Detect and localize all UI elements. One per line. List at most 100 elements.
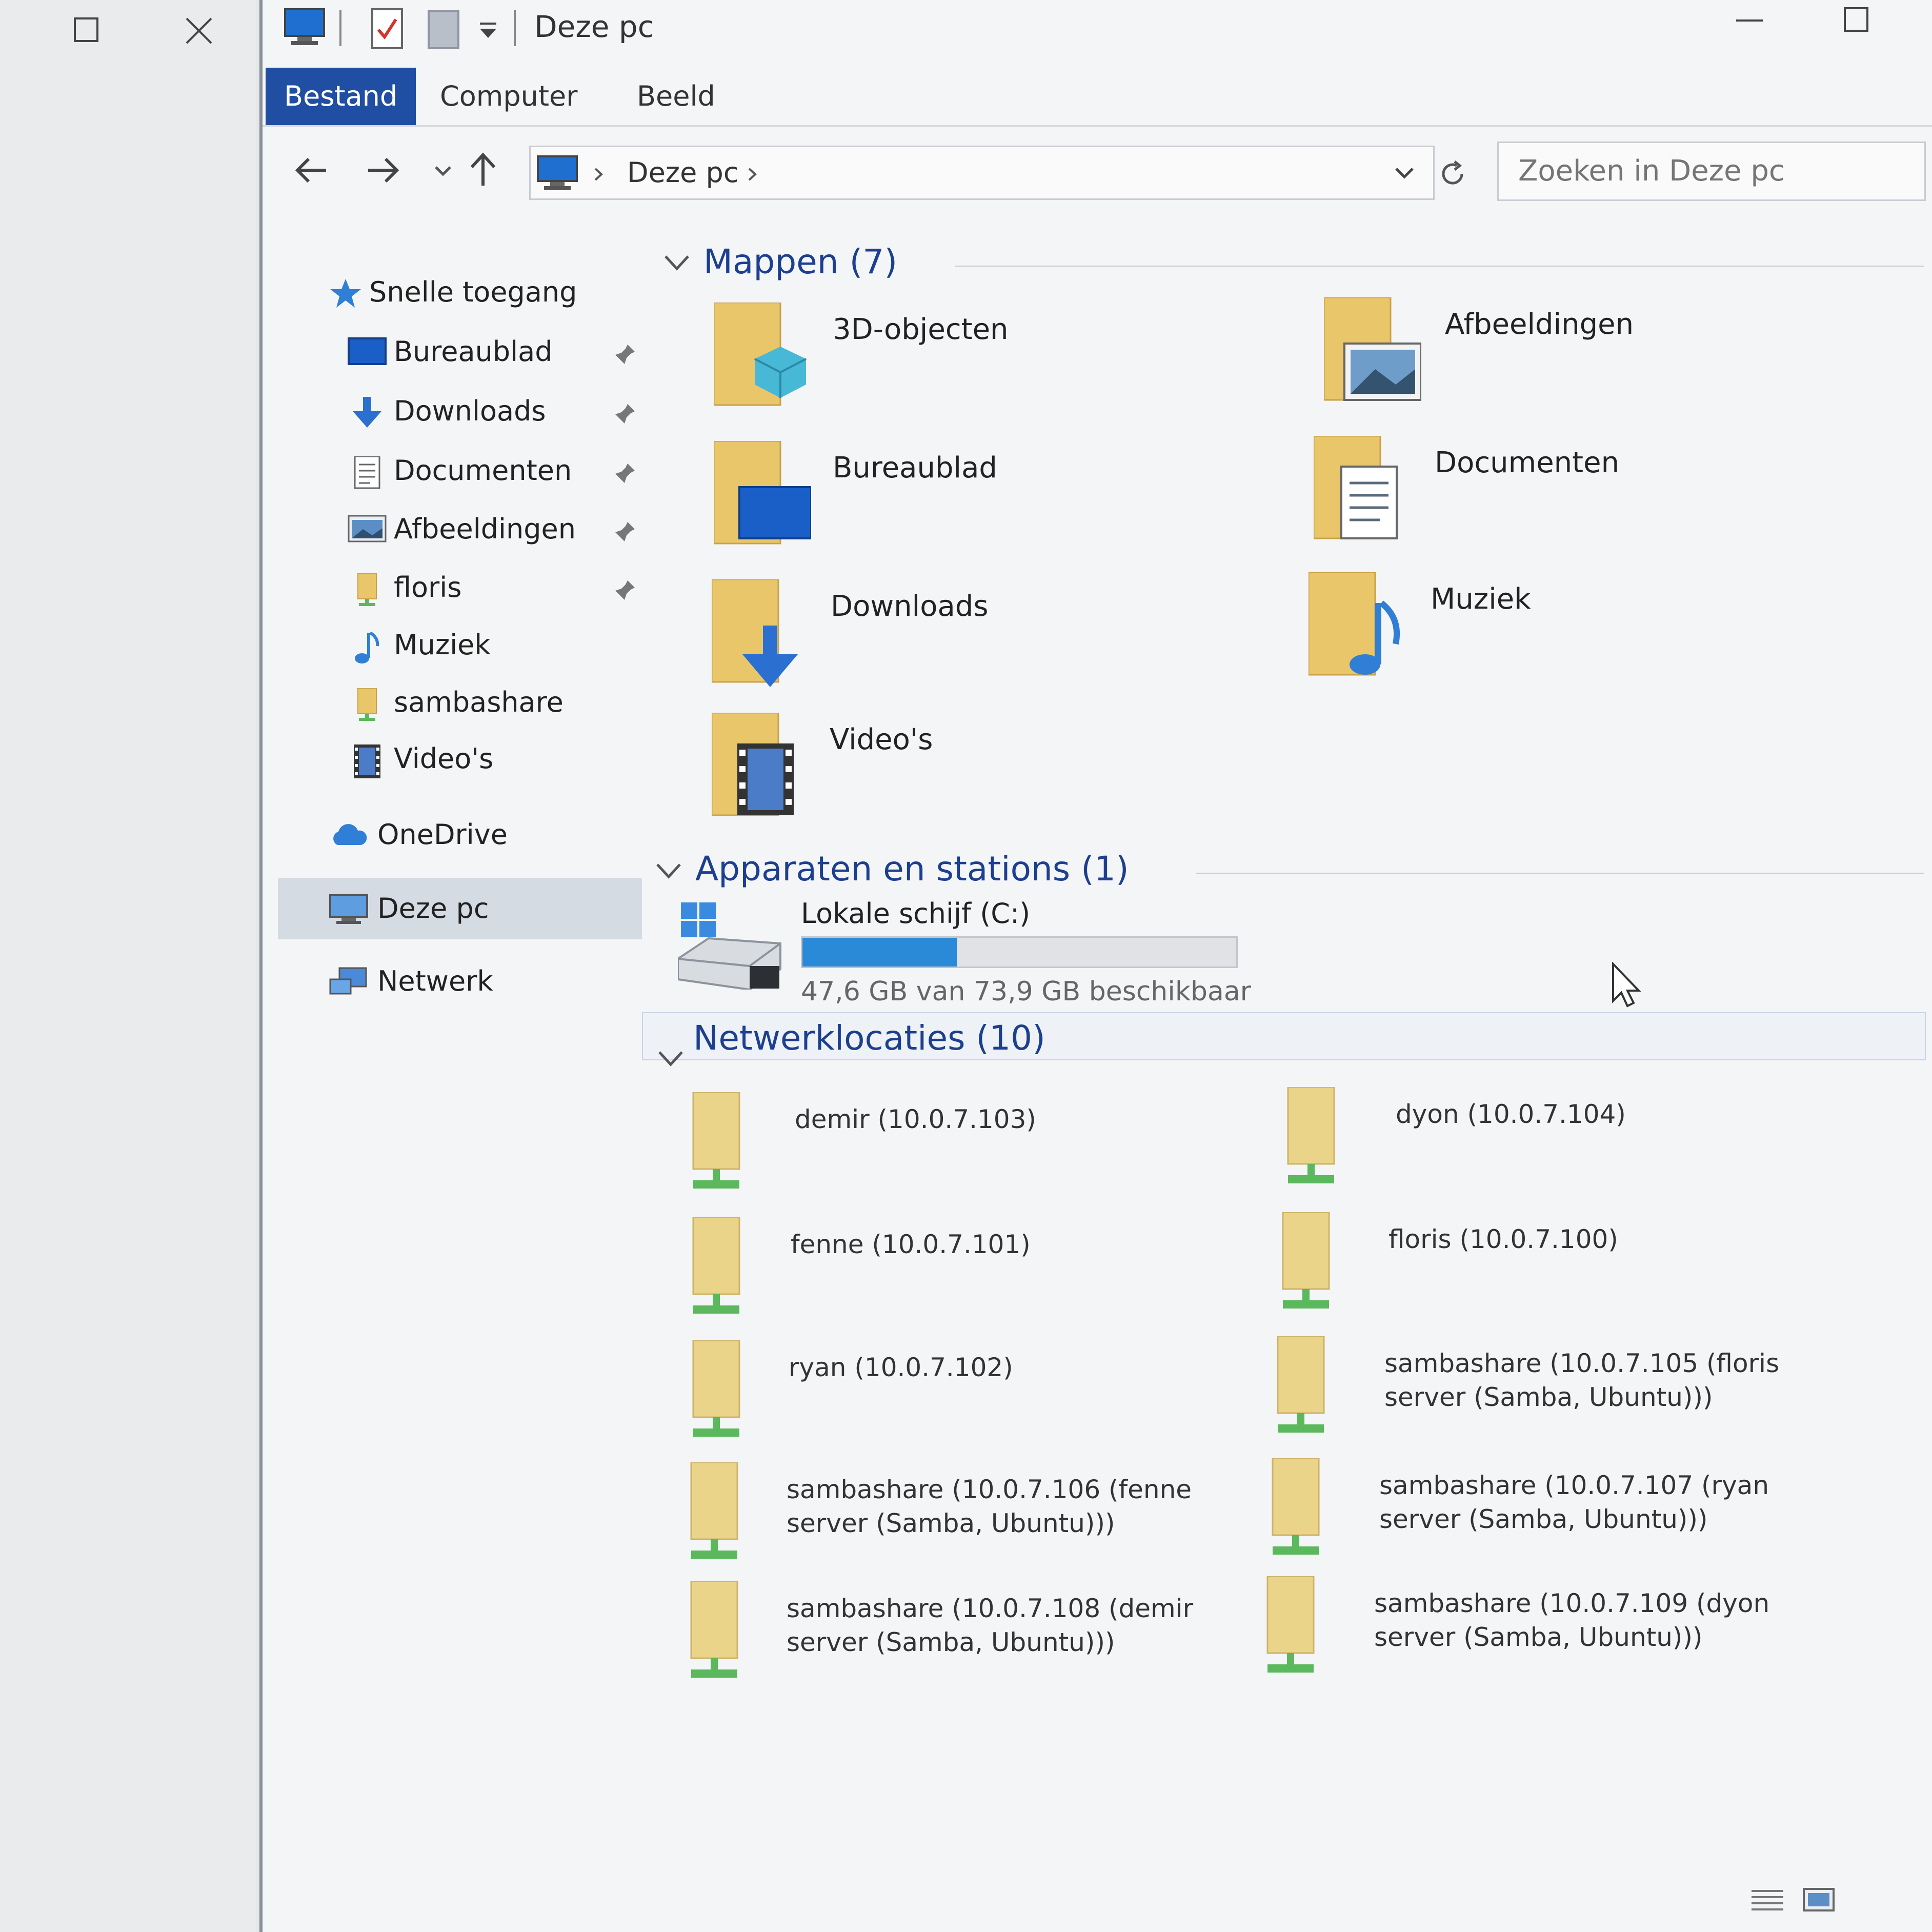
recent-locations-chevron-icon[interactable] [434,164,452,177]
network-location-tile[interactable]: sambashare (10.0.7.107 (ryan server (Sam… [1262,1458,1878,1581]
sidebar-item-onedrive[interactable]: OneDrive [329,809,616,860]
breadcrumb-this-pc[interactable]: Deze pc [627,147,739,198]
network-location-label: sambashare (10.0.7.105 (floris server (S… [1384,1349,1780,1412]
sidebar-item-sambashare[interactable]: sambashare [348,677,645,728]
collapse-chevron-icon[interactable] [654,860,683,881]
pin-icon[interactable] [614,520,637,542]
sidebar-item-label: Netwerk [377,965,493,997]
computer-icon [283,7,326,48]
sidebar-item-label: Afbeeldingen [394,513,576,545]
drive-usage-fill [802,938,957,967]
folder-tile-desktop[interactable]: Bureaublad [714,441,1278,564]
sidebar-item-bureaublad[interactable]: Bureaublad [348,326,645,377]
close-icon[interactable] [184,15,214,46]
sidebar-item-label: Video's [394,742,494,775]
sidebar-item-documenten[interactable]: Documenten [348,445,645,496]
pin-icon[interactable] [614,402,637,425]
new-folder-icon[interactable] [427,9,460,50]
network-location-tile[interactable]: sambashare (10.0.7.105 (floris server (S… [1267,1336,1883,1459]
breadcrumb-chevron-icon[interactable] [592,167,605,182]
network-location-label: fenne (10.0.7.101) [791,1230,1031,1259]
network-location-label: dyon (10.0.7.104) [1396,1099,1626,1129]
section-header-folders[interactable]: Mappen (7) [703,242,897,281]
network-location-label: sambashare (10.0.7.107 (ryan server (Sam… [1379,1471,1769,1534]
back-arrow-icon[interactable] [293,155,329,186]
folder-tile-pictures[interactable]: Afbeeldingen [1324,297,1888,420]
sidebar-item-afbeeldingen[interactable]: Afbeeldingen [348,504,645,555]
details-view-icon[interactable] [1749,1887,1785,1913]
folder-tile-documents[interactable]: Documenten [1314,436,1878,559]
title-separator [514,10,516,46]
section-header-network[interactable]: Netwerklocaties (10) [693,1018,1045,1058]
sidebar-item-this-pc[interactable]: Deze pc [278,878,642,939]
network-location-tile[interactable]: sambashare (10.0.7.108 (demir server (Sa… [681,1581,1245,1704]
network-location-tile[interactable]: sambashare (10.0.7.109 (dyon server (Sam… [1257,1576,1873,1699]
folder-label: Downloads [831,590,989,623]
quick-access-dropdown-icon[interactable] [477,21,499,41]
large-icons-view-icon[interactable] [1801,1887,1837,1913]
collapse-chevron-icon[interactable] [656,1048,685,1069]
minimize-icon[interactable] [1734,15,1765,26]
maximize-icon[interactable] [72,15,100,44]
sidebar-item-videos[interactable]: Video's [348,733,645,784]
network-location-label: demir (10.0.7.103) [795,1104,1036,1134]
refresh-icon[interactable] [1438,159,1467,188]
music-folder-icon [1309,572,1873,690]
up-arrow-icon[interactable] [468,151,498,188]
search-input[interactable] [1499,143,1909,198]
folder-tile-downloads[interactable]: Downloads [712,579,1276,702]
sidebar-item-label: sambashare [394,686,564,718]
window-title: Deze pc [534,9,654,44]
pin-icon[interactable] [614,578,637,601]
network-icon [329,967,368,998]
forward-arrow-icon[interactable] [365,155,401,186]
network-location-tile[interactable]: ryan (10.0.7.102) [683,1340,1247,1463]
star-icon [329,278,362,309]
network-location-tile[interactable]: floris (10.0.7.100) [1273,1212,1837,1335]
section-header-devices[interactable]: Apparaten en stations (1) [695,849,1129,889]
videos-folder-icon [712,713,1276,831]
sidebar-item-label: floris [394,571,462,603]
sidebar-item-floris[interactable]: floris [348,562,645,613]
drive-tile-local-c[interactable]: Lokale schijf (C:) 47,6 GB van 73,9 GB b… [678,897,1421,1007]
drive-free-space: 47,6 GB van 73,9 GB beschikbaar [801,976,1252,1007]
sidebar-item-label: Downloads [394,395,546,427]
breadcrumb-chevron-icon[interactable] [746,167,758,182]
sidebar-item-netwerk[interactable]: Netwerk [329,956,616,1007]
collapse-chevron-icon[interactable] [662,252,691,273]
computer-icon [329,894,368,925]
folder-tile-music[interactable]: Muziek [1309,572,1873,695]
section-divider [955,266,1924,267]
desktop-icon [348,337,387,366]
folder-label: Video's [830,723,933,756]
section-divider [1196,873,1924,874]
maximize-icon[interactable] [1842,5,1870,34]
network-location-tile[interactable]: sambashare (10.0.7.106 (fenne server (Sa… [681,1462,1245,1585]
folder-tile-videos[interactable]: Video's [712,713,1276,836]
search-box[interactable] [1497,142,1926,201]
tab-computer[interactable]: Computer [421,68,596,125]
drive-name: Lokale schijf (C:) [801,897,1031,930]
tab-bestand[interactable]: Bestand [266,68,416,125]
folder-tile-3d-objects[interactable]: 3D-objecten [714,303,1278,426]
document-icon [348,456,387,489]
address-dropdown-icon[interactable] [1394,166,1415,181]
sidebar-item-muziek[interactable]: Muziek [348,619,645,671]
network-location-tile[interactable]: dyon (10.0.7.104) [1278,1087,1842,1210]
film-strip-icon [348,744,387,778]
network-folder-icon [348,688,387,722]
network-location-label: sambashare (10.0.7.108 (demir server (Sa… [787,1594,1194,1657]
address-bar[interactable]: Deze pc [529,146,1463,200]
properties-icon[interactable] [370,7,404,50]
navigation-pane: Snelle toegang Bureaublad Downloads Docu… [263,226,642,1046]
sidebar-item-downloads[interactable]: Downloads [348,386,645,437]
folder-label: Muziek [1431,582,1531,616]
network-location-tile[interactable]: fenne (10.0.7.101) [683,1217,1247,1340]
pin-icon[interactable] [614,343,637,365]
network-location-label: ryan (10.0.7.102) [789,1353,1013,1382]
sidebar-item-quick-access[interactable]: Snelle toegang [329,267,616,318]
tab-beeld[interactable]: Beeld [618,68,734,125]
pictures-icon [348,515,387,544]
network-location-tile[interactable]: demir (10.0.7.103) [683,1092,1247,1215]
pin-icon[interactable] [614,461,637,484]
